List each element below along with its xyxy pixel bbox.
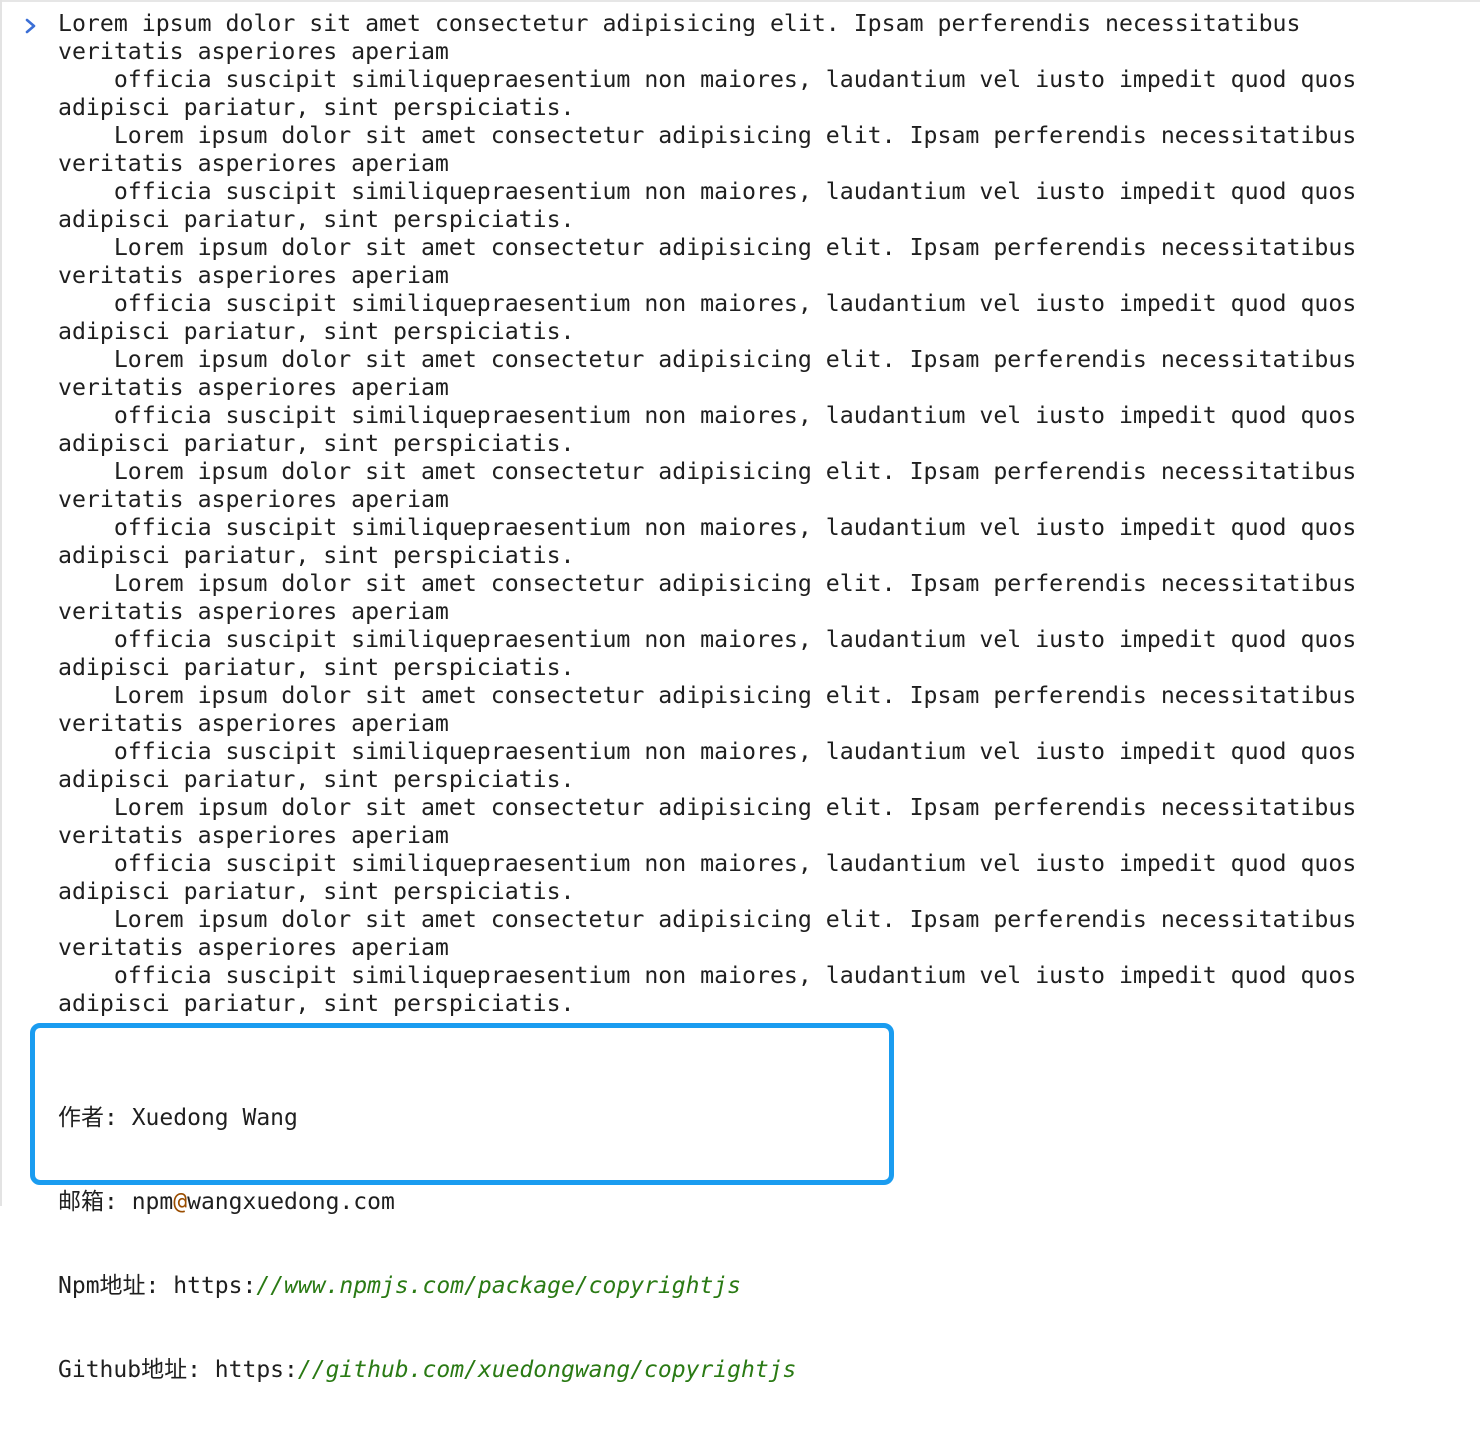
chevron-right-icon[interactable] [22, 14, 40, 38]
console-log-message: Lorem ipsum dolor sit amet consectetur a… [58, 10, 1357, 1017]
npm-label: Npm地址: [58, 1273, 174, 1299]
author-line: 作者: Xuedong Wang [58, 1104, 796, 1132]
console-panel: Lorem ipsum dolor sit amet consectetur a… [0, 0, 1480, 1383]
email-domain: wangxuedong.com [187, 1189, 395, 1215]
github-label: Github地址: [58, 1357, 215, 1383]
email-label: 邮箱: [58, 1189, 132, 1215]
email-at-sign: @ [173, 1189, 188, 1215]
top-divider [2, 0, 1480, 2]
email-user: npm [131, 1189, 174, 1215]
copyright-info: 作者: Xuedong Wang 邮箱: npm@wangxuedong.com… [58, 1048, 796, 1440]
author-label: 作者: [58, 1105, 132, 1131]
github-link-scheme[interactable]: https: [215, 1357, 298, 1383]
github-line: Github地址: https://github.com/xuedongwang… [58, 1356, 796, 1384]
npm-line: Npm地址: https://www.npmjs.com/package/cop… [58, 1272, 796, 1300]
email-line: 邮箱: npm@wangxuedong.com [58, 1188, 796, 1216]
github-link[interactable]: //github.com/xuedongwang/copyrightjs [298, 1357, 797, 1383]
npm-link-scheme[interactable]: https: [173, 1273, 256, 1299]
npm-link[interactable]: //www.npmjs.com/package/copyrightjs [256, 1273, 741, 1299]
author-value: Xuedong Wang [131, 1105, 298, 1131]
